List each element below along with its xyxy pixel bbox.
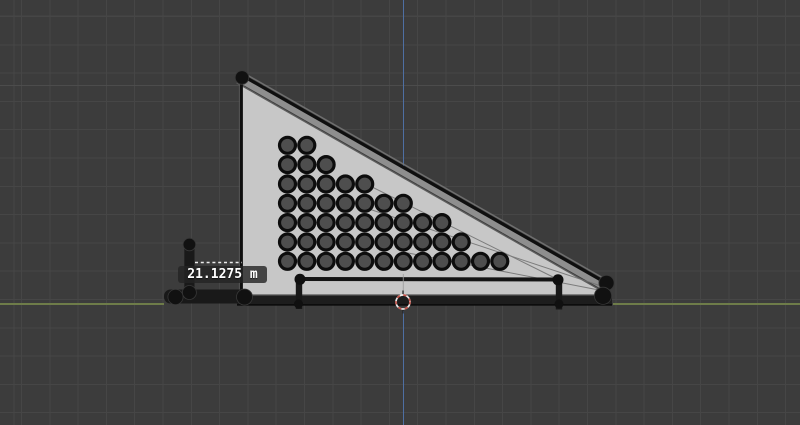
ball[interactable] (451, 232, 471, 252)
pipe-end-joint (236, 288, 253, 306)
ball[interactable] (393, 193, 413, 213)
ball[interactable] (470, 251, 491, 271)
ball[interactable] (335, 193, 355, 213)
ball[interactable] (355, 213, 375, 233)
pipe-elbow-joint (167, 288, 184, 305)
ledge-joint-right (552, 274, 564, 286)
measurement-label: 21.1275 m (178, 266, 267, 283)
ball[interactable] (335, 213, 355, 233)
corner-joint-lower (594, 286, 613, 305)
ball[interactable] (316, 213, 336, 233)
ball[interactable] (451, 251, 471, 271)
ledge-joint-left (294, 273, 306, 285)
ledge-rod (299, 277, 559, 282)
ball[interactable] (393, 213, 413, 233)
ball[interactable] (277, 251, 298, 271)
ball[interactable] (335, 174, 355, 194)
ledge-foot-left (294, 299, 303, 309)
scene-geometry (164, 70, 615, 314)
ball[interactable] (277, 193, 298, 213)
ball[interactable] (316, 193, 336, 213)
ball[interactable] (374, 193, 394, 213)
ball[interactable] (432, 213, 452, 233)
ball[interactable] (413, 251, 433, 271)
ball[interactable] (355, 232, 375, 252)
apex-joint (234, 70, 250, 85)
ball[interactable] (335, 232, 355, 252)
ball[interactable] (316, 251, 336, 271)
ball[interactable] (374, 213, 394, 233)
ball[interactable] (355, 193, 375, 213)
ball[interactable] (355, 251, 375, 271)
ball[interactable] (297, 232, 317, 252)
ball[interactable] (490, 251, 510, 271)
ball[interactable] (374, 251, 394, 271)
ball[interactable] (393, 232, 413, 252)
ball[interactable] (355, 174, 375, 194)
ball[interactable] (393, 251, 413, 271)
ball[interactable] (277, 135, 298, 155)
ball[interactable] (413, 213, 433, 233)
ball[interactable] (335, 251, 355, 271)
pipe-mid-joint (181, 285, 197, 300)
ball[interactable] (277, 232, 298, 252)
ball[interactable] (297, 193, 317, 213)
ball[interactable] (374, 232, 394, 252)
ball[interactable] (297, 135, 317, 155)
ball[interactable] (316, 232, 336, 252)
ball[interactable] (277, 174, 298, 194)
ball[interactable] (297, 174, 317, 194)
ball[interactable] (316, 174, 336, 194)
ledge-foot-right (554, 299, 564, 309)
ball[interactable] (297, 213, 317, 233)
ball[interactable] (277, 213, 298, 233)
ball[interactable] (432, 232, 452, 252)
pipe-cap-joint (182, 237, 197, 252)
viewport-3d[interactable]: 21.1275 m (0, 0, 800, 425)
ball[interactable] (316, 155, 336, 175)
ball[interactable] (413, 232, 433, 252)
ball[interactable] (277, 155, 298, 175)
ball[interactable] (297, 251, 317, 271)
ball[interactable] (432, 251, 452, 271)
ball[interactable] (297, 155, 317, 175)
